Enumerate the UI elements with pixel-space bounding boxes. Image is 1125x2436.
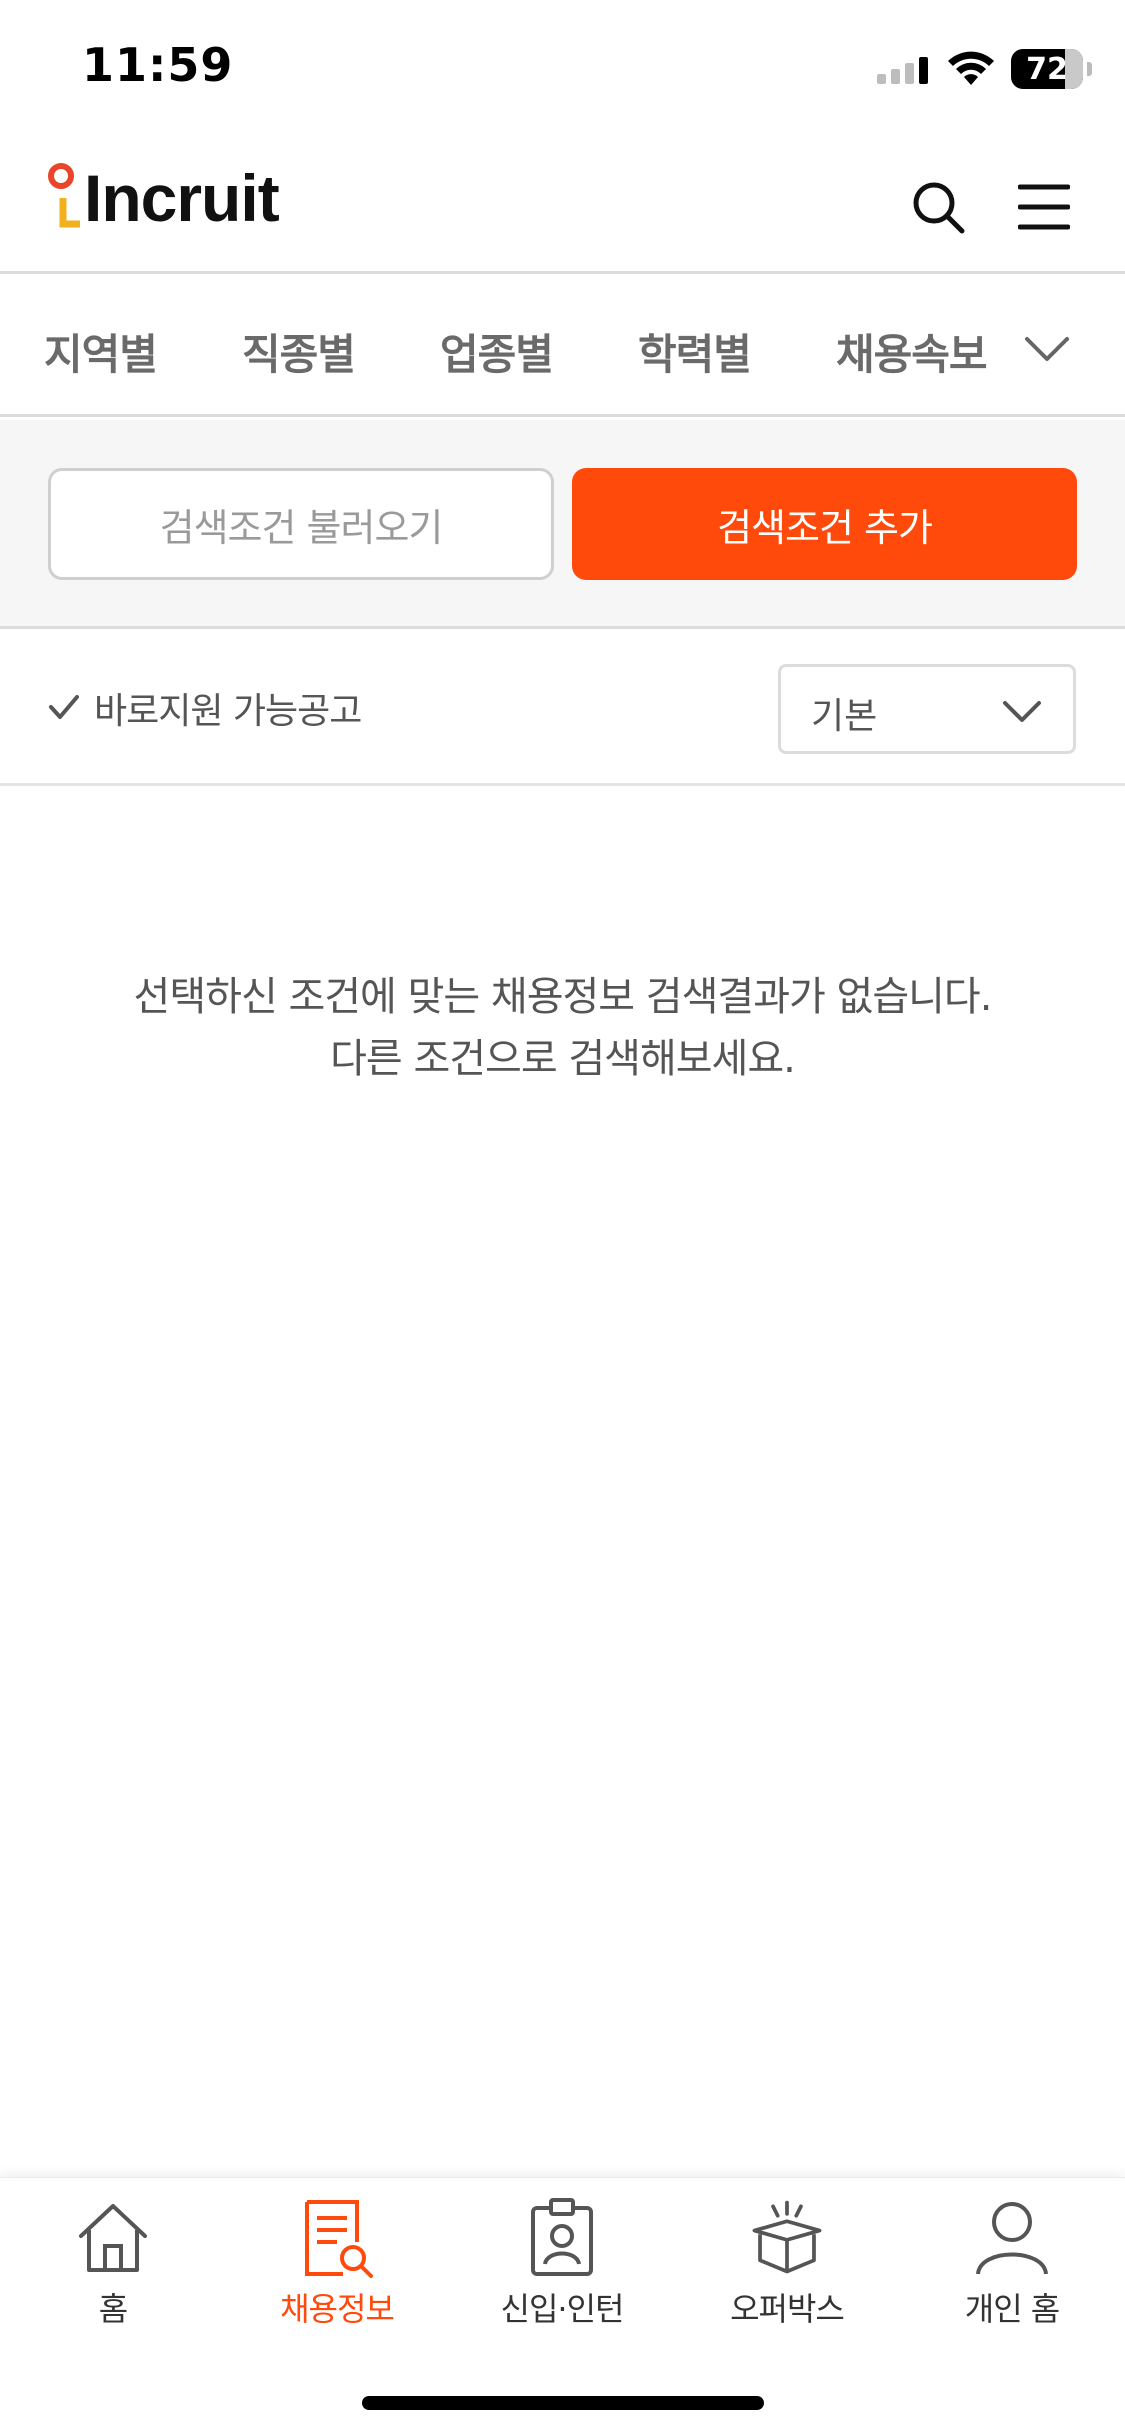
status-indicators: 72	[877, 44, 1092, 94]
sort-value: 기본	[811, 696, 878, 737]
battery-indicator: 72	[1011, 49, 1092, 89]
cellular-signal-icon	[877, 57, 928, 84]
app-header: Incruit	[0, 140, 1125, 274]
tab-job-info[interactable]: 채용정보	[247, 2198, 427, 2348]
tab-job-info-label: 채용정보	[280, 2290, 395, 2328]
category-tab-region[interactable]: 지역별	[44, 321, 158, 382]
empty-state-message: 선택하신 조건에 맞는 채용정보 검색결과가 없습니다. 다른 조건으로 검색해…	[0, 966, 1125, 1090]
home-indicator	[362, 2396, 764, 2410]
status-bar: 11:59 72	[0, 0, 1125, 140]
battery-level: 72	[1026, 51, 1068, 87]
person-icon	[976, 2202, 1048, 2275]
category-tab-breaking-jobs[interactable]: 채용속보	[836, 321, 988, 382]
house-icon	[79, 2204, 147, 2272]
tab-personal-home[interactable]: 개인 홈	[922, 2198, 1102, 2348]
category-tab-job-type[interactable]: 직종별	[242, 321, 356, 382]
load-conditions-button[interactable]: 검색조건 불러오기	[48, 468, 554, 580]
wifi-icon	[948, 51, 994, 85]
job-search-document-icon	[305, 2200, 373, 2278]
chevron-down-icon[interactable]	[1019, 321, 1075, 377]
direct-apply-filter[interactable]: 바로지원 가능공고	[48, 682, 362, 734]
incruit-logo[interactable]: Incruit	[48, 161, 280, 235]
tab-newcomer-intern-label: 신입·인턴	[500, 2290, 625, 2328]
tab-offer-box-label: 오퍼박스	[730, 2290, 845, 2328]
open-box-icon	[752, 2200, 822, 2274]
checkmark-icon	[49, 695, 79, 719]
empty-state-line-2: 다른 조건으로 검색해보세요.	[330, 1036, 796, 1082]
sort-select[interactable]: 기본	[778, 664, 1076, 754]
tab-home-label: 홈	[98, 2290, 128, 2328]
category-nav: 지역별 직종별 업종별 학력별 채용속보	[0, 277, 1125, 417]
add-condition-button[interactable]: 검색조건 추가	[572, 468, 1077, 580]
hamburger-menu-icon	[1018, 184, 1070, 230]
id-badge-icon	[531, 2198, 593, 2276]
status-time: 11:59	[82, 38, 234, 92]
tab-newcomer-intern[interactable]: 신입·인턴	[472, 2198, 652, 2348]
search-icon	[913, 182, 965, 234]
logo-mark-icon	[48, 163, 80, 228]
chevron-down-icon	[1003, 701, 1041, 722]
tab-personal-home-label: 개인 홈	[964, 2290, 1060, 2328]
search-button[interactable]	[907, 176, 969, 238]
menu-button[interactable]	[1013, 176, 1075, 238]
search-condition-bar: 검색조건 불러오기 검색조건 추가	[0, 420, 1125, 629]
filter-row: 바로지원 가능공고 기본	[0, 632, 1125, 786]
tab-home[interactable]: 홈	[23, 2198, 203, 2348]
logo-text: Incruit	[84, 161, 280, 235]
direct-apply-label: 바로지원 가능공고	[94, 691, 362, 732]
tab-offer-box[interactable]: 오퍼박스	[697, 2198, 877, 2348]
category-tab-education[interactable]: 학력별	[638, 321, 752, 382]
category-tab-industry[interactable]: 업종별	[440, 321, 554, 382]
empty-state-line-1: 선택하신 조건에 맞는 채용정보 검색결과가 없습니다.	[133, 974, 993, 1020]
